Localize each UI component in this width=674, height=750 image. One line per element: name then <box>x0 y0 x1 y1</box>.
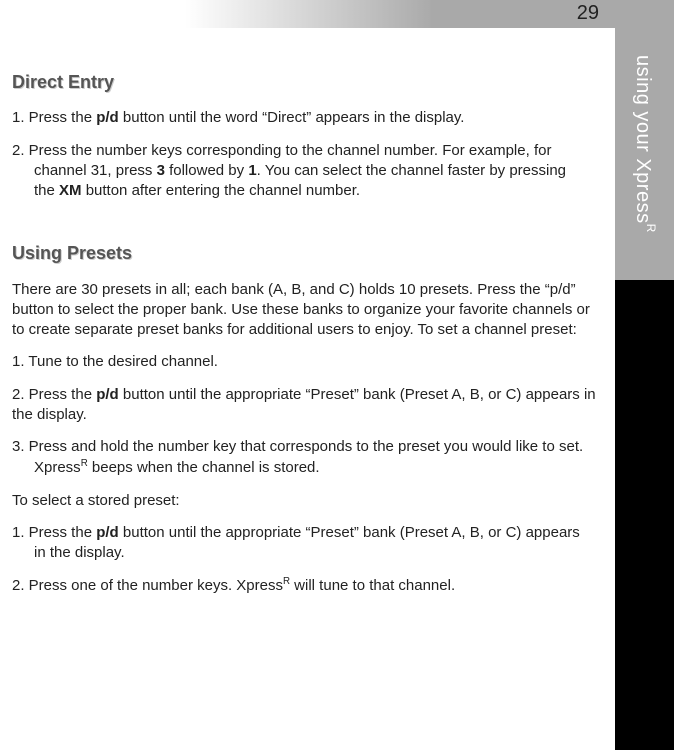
preset-set-step-2: 2. Press the p/d button until the approp… <box>12 385 597 426</box>
text: the <box>34 182 59 199</box>
indent-line: channel 31, press 3 followed by 1. You c… <box>12 161 597 181</box>
bold: p/d <box>96 524 119 541</box>
bold: XM <box>59 182 82 199</box>
bold: 1 <box>248 162 256 179</box>
direct-entry-step-1: 1. Press the p/d button until the word “… <box>12 108 597 128</box>
preset-select-intro: To select a stored preset: <box>12 491 597 511</box>
spacer <box>12 213 597 241</box>
text: 1. Press the <box>12 109 96 126</box>
text: using your Xpress <box>632 55 654 224</box>
text: button until the appropriate “Preset” ba… <box>119 524 580 541</box>
body-text: Direct Entry 1. Press the p/d button unt… <box>12 70 597 609</box>
content-area: 29 Direct Entry 1. Press the p/d button … <box>0 0 615 750</box>
text: button after entering the channel number… <box>82 182 361 199</box>
text: 2. Press the number keys corresponding t… <box>12 142 551 159</box>
indent-line: the XM button after entering the channel… <box>12 181 597 201</box>
bold: 3 <box>157 162 165 179</box>
indent-line: in the display. <box>12 543 597 563</box>
presets-intro: There are 30 presets in all; each bank (… <box>12 280 597 341</box>
heading-direct-entry: Direct Entry <box>12 70 597 94</box>
text: . You can select the channel faster by p… <box>257 162 566 179</box>
text: 2. Press the <box>12 386 96 403</box>
text: 2. Press one of the number keys. Xpress <box>12 577 283 594</box>
bold: p/d <box>96 386 119 403</box>
text: button until the word “Direct” appears i… <box>119 109 465 126</box>
preset-set-step-3: 3. Press and hold the number key that co… <box>12 437 597 479</box>
text: will tune to that channel. <box>290 577 455 594</box>
heading-using-presets: Using Presets <box>12 241 597 265</box>
indent-line: XpressR beeps when the channel is stored… <box>12 457 597 478</box>
preset-select-step-1: 1. Press the p/d button until the approp… <box>12 523 597 564</box>
text: Xpress <box>34 459 81 476</box>
header-bar: 29 <box>0 0 615 28</box>
header-gradient <box>185 0 435 28</box>
manual-page: 29 Direct Entry 1. Press the p/d button … <box>0 0 674 750</box>
preset-select-step-2: 2. Press one of the number keys. XpressR… <box>12 575 597 596</box>
text: channel 31, press <box>34 162 157 179</box>
page-number: 29 <box>577 2 599 25</box>
superscript: R <box>81 458 88 469</box>
preset-set-step-1: 1. Tune to the desired channel. <box>12 352 597 372</box>
side-tab: using your XpressR <box>615 0 674 750</box>
side-tab-label: using your XpressR <box>615 14 674 274</box>
text: 3. Press and hold the number key that co… <box>12 438 583 455</box>
superscript: R <box>283 576 290 587</box>
direct-entry-step-2: 2. Press the number keys corresponding t… <box>12 141 597 202</box>
text: 1. Press the <box>12 524 96 541</box>
text: beeps when the channel is stored. <box>88 459 320 476</box>
superscript: R <box>644 224 658 233</box>
bold: p/d <box>96 109 119 126</box>
text: followed by <box>165 162 248 179</box>
